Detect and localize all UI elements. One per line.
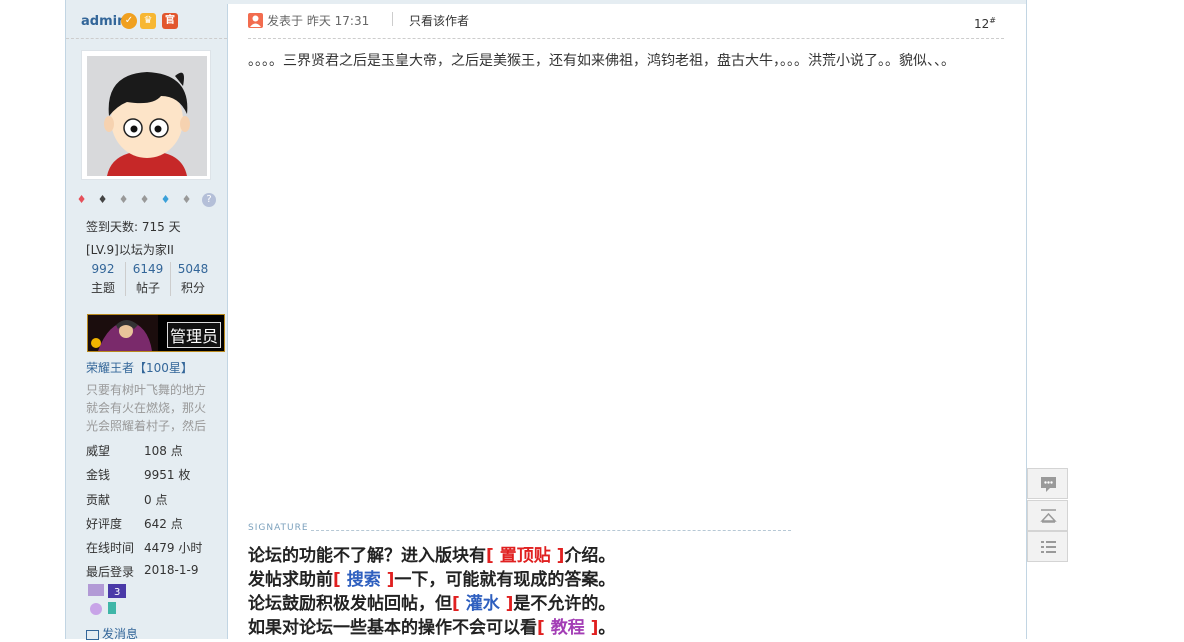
sig-bracket: [ <box>537 618 551 638</box>
floor-sup: # <box>989 16 996 25</box>
signature: 论坛的功能不了解？进入版块有[ 置顶贴 ]介绍。 发帖求助前[ 搜索 ]一下，可… <box>248 544 615 640</box>
medal-icon[interactable]: ♦ <box>179 193 194 207</box>
list-view-button[interactable] <box>1027 531 1068 562</box>
sig-link-search[interactable]: 搜索 <box>347 570 381 590</box>
medal-icon[interactable]: ♦ <box>95 193 110 207</box>
verified-icon: ✓ <box>121 13 137 29</box>
sig-text: 介绍。 <box>564 546 616 566</box>
signin-days: 签到天数: 715 天 <box>86 220 181 234</box>
stat-value: 6149 <box>132 262 164 276</box>
sig-text: 如果对论坛一些基本的操作不会可以看 <box>248 618 537 638</box>
sig-text: 是不允许的。 <box>513 594 616 614</box>
floor-number[interactable]: 12# <box>974 16 996 31</box>
field-value: 4479 小时 <box>144 541 203 555</box>
sig-link-tutorial[interactable]: 教程 <box>551 618 585 638</box>
stat-value: 5048 <box>177 262 209 276</box>
stat-label: 帖子 <box>135 281 160 295</box>
signature-divider <box>311 530 791 531</box>
divider <box>66 38 227 39</box>
sig-link-sticky[interactable]: 置顶贴 <box>500 546 551 566</box>
medal-icon[interactable]: ♦ <box>116 193 131 207</box>
signature-line: 发帖求助前[ 搜索 ]一下，可能就有现成的答案。 <box>248 568 615 592</box>
sig-bracket: [ <box>486 546 500 566</box>
admin-group-badge: 管理员 <box>87 314 225 352</box>
stat-points[interactable]: 5048 积分 <box>171 262 215 296</box>
field-value: 9951 枚 <box>144 468 191 482</box>
floor-value: 12 <box>974 17 990 31</box>
post-container: admin ✓ ♛ 官 ♦ ♦ ♦ ♦ ♦ ♦ ? 签到天数: 715 天 [L… <box>65 0 1027 642</box>
signature-line: 论坛的功能不了解？进入版块有[ 置顶贴 ]介绍。 <box>248 544 615 568</box>
sig-text: 一下，可能就有现成的答案。 <box>394 570 616 590</box>
sig-text: 发帖求助前 <box>248 570 333 590</box>
author-sidebar: admin ✓ ♛ 官 ♦ ♦ ♦ ♦ ♦ ♦ ? 签到天数: 715 天 [L… <box>66 4 228 642</box>
post-content: 。。。。三界贤君之后是玉皇大帝，之后是美猴王，还有如来佛祖，鸿钧老祖，盘古大牛，… <box>248 53 955 69</box>
field-value: 2018-1-9 <box>144 563 199 577</box>
sig-bracket: [ <box>333 570 347 590</box>
quick-reply-button[interactable] <box>1027 468 1068 499</box>
user-intro: 只要有树叶飞舞的地方就会有火在燃烧，那火光会照耀着村子，然后 <box>86 383 207 433</box>
signature-label: SIGNATURE <box>248 523 309 533</box>
avatar[interactable] <box>87 56 207 176</box>
stat-posts[interactable]: 6149 帖子 <box>126 262 170 296</box>
badge-label: 管理员 <box>166 322 221 348</box>
author-name[interactable]: admin <box>81 14 126 29</box>
signature-line: 论坛鼓励积极发帖回帖，但[ 灌水 ]是不允许的。 <box>248 592 615 616</box>
field-key: 在线时间 <box>86 541 135 555</box>
online-status-icon <box>248 13 263 28</box>
field-key: 威望 <box>86 444 111 458</box>
mail-icon <box>86 629 99 640</box>
field-value: 108 点 <box>144 444 183 458</box>
reply-icon <box>1041 477 1056 492</box>
stat-label: 主题 <box>90 281 115 295</box>
sig-bracket: ] <box>499 594 514 614</box>
list-icon <box>1041 541 1056 553</box>
small-medal-icons[interactable]: 3 <box>86 582 130 618</box>
field-value: 642 点 <box>144 517 183 531</box>
stat-value: 992 <box>91 262 115 276</box>
field-key: 好评度 <box>86 517 123 531</box>
field-value: 0 点 <box>144 493 168 507</box>
only-author-link[interactable]: 只看该作者 <box>409 12 469 29</box>
avatar-frame[interactable] <box>81 50 211 180</box>
help-icon[interactable]: ? <box>202 193 216 207</box>
back-to-top-button[interactable] <box>1027 500 1068 531</box>
sig-bracket: ] <box>380 570 395 590</box>
user-stats: 992 主题 6149 帖子 5048 积分 <box>81 262 216 298</box>
sig-text: 论坛的功能不了解？进入版块有 <box>248 546 486 566</box>
signature-line: 如果对论坛一些基本的操作不会可以看[ 教程 ]。 <box>248 616 615 640</box>
stat-topics[interactable]: 992 主题 <box>81 262 125 296</box>
sig-bracket: ] <box>550 546 565 566</box>
medal-icon[interactable]: ♦ <box>158 193 173 207</box>
sig-link-spam[interactable]: 灌水 <box>466 594 500 614</box>
honor-title[interactable]: 荣耀王者【100星】 <box>86 359 193 376</box>
medal-icon[interactable]: ♦ <box>137 193 152 207</box>
admin-badge-icon: 官 <box>162 13 178 29</box>
stat-label: 积分 <box>180 281 205 295</box>
sig-text: 论坛鼓励积极发帖回帖，但 <box>248 594 452 614</box>
sig-bracket: ] <box>584 618 599 638</box>
badge-art-icon <box>88 315 158 351</box>
medal-icon[interactable]: ♦ <box>74 193 89 207</box>
user-level[interactable]: [LV.9]以坛为家II <box>86 241 174 258</box>
field-key: 最后登录 <box>86 565 135 579</box>
send-message-link[interactable]: 发消息 <box>86 625 138 642</box>
svg-text:3: 3 <box>114 587 120 598</box>
back-to-top-icon <box>1040 509 1057 523</box>
post-header: 发表于 昨天 17:31 只看该作者 12# <box>248 8 1004 39</box>
user-icon <box>250 15 261 27</box>
crown-icon: ♛ <box>140 13 156 29</box>
sig-bracket: [ <box>452 594 466 614</box>
avatar-image <box>87 56 207 176</box>
field-key: 金钱 <box>86 468 111 482</box>
sig-text: 。 <box>598 618 616 638</box>
field-key: 贡献 <box>86 493 111 507</box>
post-time: 发表于 昨天 17:31 <box>267 14 370 28</box>
divider <box>392 12 393 26</box>
